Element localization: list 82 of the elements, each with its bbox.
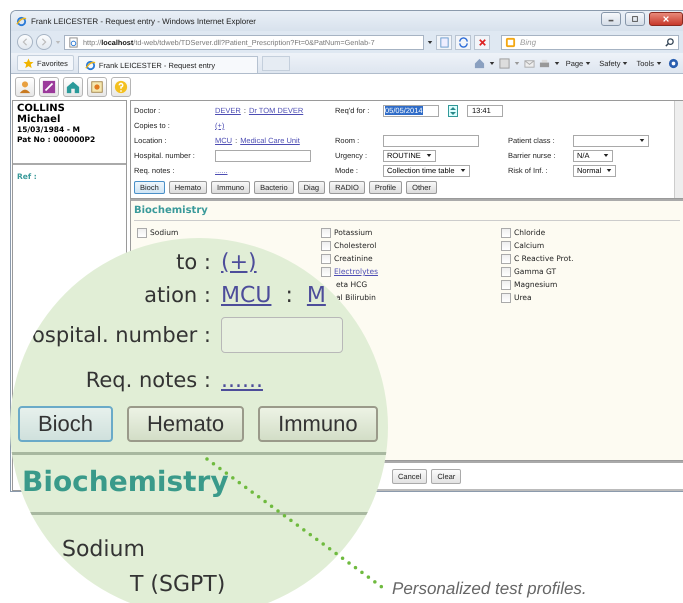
- checkbox[interactable]: [501, 240, 511, 250]
- print-icon[interactable]: [538, 58, 550, 68]
- checkbox[interactable]: [501, 266, 511, 276]
- user-button[interactable]: [15, 77, 35, 97]
- field-label: ation :: [143, 283, 212, 307]
- document-icon: [90, 80, 104, 94]
- edit-button[interactable]: [39, 77, 59, 97]
- caret-icon: [603, 153, 609, 158]
- maximize-button[interactable]: [625, 12, 645, 26]
- search-provider-icon: [505, 36, 516, 48]
- link[interactable]: ......: [221, 368, 263, 392]
- input-field[interactable]: [383, 134, 479, 146]
- caret-icon: [585, 60, 592, 66]
- stop-button[interactable]: [474, 34, 490, 50]
- field-label: to :: [175, 250, 212, 274]
- test-name: Sodium: [61, 536, 146, 562]
- test-name: T (SGPT): [129, 571, 226, 597]
- help-button[interactable]: [111, 77, 131, 97]
- pen-icon: [42, 80, 56, 94]
- link[interactable]: (+): [221, 250, 257, 274]
- page-icon: [68, 36, 79, 48]
- input-field[interactable]: [221, 317, 343, 353]
- caret-icon: [55, 40, 61, 44]
- checkbox[interactable]: [501, 280, 511, 290]
- home-button[interactable]: [63, 77, 83, 97]
- field-label: Req. notes :: [84, 368, 212, 392]
- caret-icon: [488, 60, 495, 66]
- scrollbar[interactable]: [674, 101, 683, 198]
- back-button[interactable]: [17, 34, 33, 50]
- checkbox[interactable]: [501, 292, 511, 302]
- checkbox[interactable]: [321, 254, 331, 264]
- caret-icon: [606, 168, 612, 173]
- checkbox[interactable]: [321, 266, 331, 276]
- new-tab-button[interactable]: [262, 56, 290, 70]
- link[interactable]: MCU: [221, 282, 272, 308]
- caret-icon: [656, 60, 662, 66]
- separator: :: [285, 282, 293, 308]
- caret-icon: [514, 60, 520, 66]
- compatibility-button[interactable]: [436, 34, 452, 50]
- spinner-icon[interactable]: [448, 104, 458, 116]
- star-icon: [23, 58, 34, 68]
- patient-first-name: Michael: [17, 114, 62, 125]
- category-tab[interactable]: Hemato: [127, 406, 244, 442]
- dropdown[interactable]: [573, 134, 649, 146]
- link[interactable]: M: [306, 282, 326, 308]
- minimize-button[interactable]: [601, 12, 621, 26]
- home-icon: [66, 80, 80, 94]
- checkbox[interactable]: [501, 254, 511, 264]
- mail-icon[interactable]: [524, 58, 535, 68]
- stop-icon: [476, 36, 488, 48]
- search-icon: [664, 36, 675, 48]
- home-icon[interactable]: [474, 58, 485, 68]
- document-button[interactable]: [87, 77, 107, 97]
- caption: Personalized test profiles.: [392, 579, 587, 599]
- input-field[interactable]: [215, 150, 311, 162]
- document-icon: [438, 36, 450, 48]
- refresh-icon: [458, 36, 468, 48]
- close-button[interactable]: [649, 12, 683, 26]
- browser-icon: [16, 16, 27, 26]
- caret-icon: [426, 153, 432, 158]
- section-title: Biochemistry: [134, 205, 680, 221]
- maximize-icon: [631, 15, 639, 23]
- section-title: Biochemistry: [21, 464, 230, 500]
- category-tab[interactable]: Bioch: [18, 406, 114, 442]
- checkbox[interactable]: [321, 228, 331, 238]
- forward-button[interactable]: [36, 34, 52, 50]
- close-icon: [662, 15, 670, 23]
- refresh-button[interactable]: [455, 34, 471, 50]
- category-tab[interactable]: Immuno: [258, 406, 378, 442]
- checkbox[interactable]: [501, 228, 511, 238]
- caret-icon: [554, 60, 560, 66]
- caret-icon: [427, 40, 433, 44]
- caret-icon: [622, 60, 628, 66]
- caret-icon: [639, 138, 645, 143]
- field-label: ospital. number :: [31, 323, 212, 347]
- checkbox[interactable]: [137, 228, 147, 238]
- checkbox[interactable]: [321, 240, 331, 250]
- browser-icon: [84, 60, 96, 70]
- person-icon: [18, 80, 32, 94]
- window-title: Frank LEICESTER - Request entry - Windows Internet Explorer: [31, 16, 256, 26]
- patient-surname: COLLINS: [17, 103, 66, 114]
- caret-icon: [460, 168, 466, 173]
